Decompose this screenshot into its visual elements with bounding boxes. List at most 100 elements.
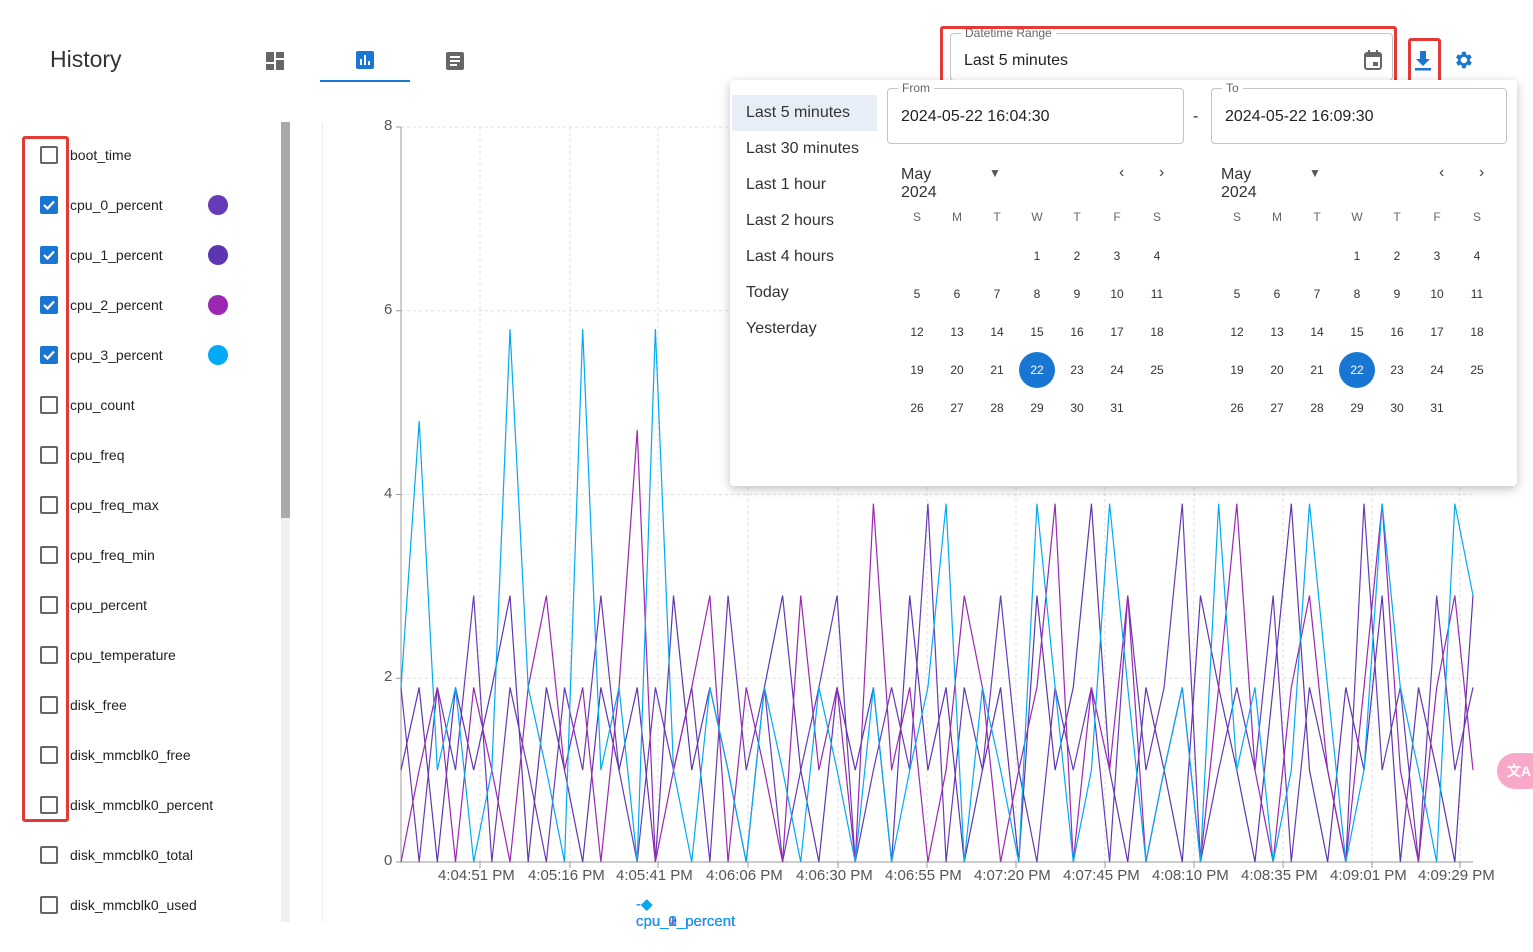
calendar-day[interactable]: 7	[1299, 276, 1335, 312]
month-label: May 2024	[1221, 166, 1257, 201]
preset-option[interactable]: Last 5 minutes	[732, 95, 877, 131]
calendar-day[interactable]: 29	[1339, 390, 1375, 426]
calendar-day[interactable]: 30	[1059, 390, 1095, 426]
y-tick-label: 2	[384, 668, 393, 686]
x-tick-label: 4:06:55 PM	[885, 867, 962, 884]
weekday-label: S	[1472, 210, 1481, 224]
prev-month-icon[interactable]: ‹	[1119, 164, 1124, 182]
calendar-day[interactable]: 17	[1099, 314, 1135, 350]
weekday-label: W	[1351, 210, 1363, 224]
calendar-day[interactable]: 14	[1299, 314, 1335, 350]
calendar-day[interactable]: 3	[1419, 238, 1455, 274]
calendar-day[interactable]: 28	[1299, 390, 1335, 426]
month-dropdown-icon[interactable]: ▼	[989, 166, 1001, 180]
calendar-day[interactable]: 4	[1139, 238, 1175, 274]
calendar-day[interactable]: 31	[1419, 390, 1455, 426]
calendar-day[interactable]: 12	[899, 314, 935, 350]
x-tick-label: 4:04:51 PM	[438, 867, 515, 884]
calendar-day[interactable]: 27	[1259, 390, 1295, 426]
calendar-day[interactable]: 26	[1219, 390, 1255, 426]
calendar-day[interactable]: 16	[1059, 314, 1095, 350]
calendar-day[interactable]: 20	[939, 352, 975, 388]
calendar-day[interactable]: 27	[939, 390, 975, 426]
calendar-day[interactable]: 28	[979, 390, 1015, 426]
weekday-label: T	[1313, 210, 1321, 224]
calendar-day[interactable]: 21	[1299, 352, 1335, 388]
calendar-day[interactable]: 5	[1219, 276, 1255, 312]
calendar-day[interactable]: 13	[1259, 314, 1295, 350]
calendar-day[interactable]: 5	[899, 276, 935, 312]
calendar-day[interactable]: 2	[1379, 238, 1415, 274]
calendar-day[interactable]: 1	[1019, 238, 1055, 274]
calendar-day[interactable]: 18	[1459, 314, 1495, 350]
calendar-day[interactable]: 10	[1419, 276, 1455, 312]
legend-label: cpu_3_percent	[636, 913, 736, 930]
range-separator: -	[1193, 108, 1199, 125]
preset-option[interactable]: Last 4 hours	[732, 239, 877, 275]
y-tick-label: 8	[384, 117, 393, 134]
weekday-label: F	[1113, 210, 1121, 224]
translate-button[interactable]: 文A	[1497, 753, 1533, 789]
next-month-icon[interactable]: ›	[1479, 164, 1484, 182]
calendar-day[interactable]: 18	[1139, 314, 1175, 350]
x-tick-label: 4:08:35 PM	[1241, 867, 1318, 884]
weekday-label: F	[1433, 210, 1441, 224]
calendar-day[interactable]: 10	[1099, 276, 1135, 312]
calendar-day[interactable]: 9	[1379, 276, 1415, 312]
calendar-day[interactable]: 3	[1099, 238, 1135, 274]
calendar-day[interactable]: 13	[939, 314, 975, 350]
preset-option[interactable]: Yesterday	[732, 311, 877, 347]
x-tick-label: 4:07:45 PM	[1063, 867, 1140, 884]
calendar-day[interactable]: 4	[1459, 238, 1495, 274]
calendar-day[interactable]: 2	[1059, 238, 1095, 274]
calendar-day[interactable]: 24	[1099, 352, 1135, 388]
calendar-day[interactable]: 23	[1379, 352, 1415, 388]
calendar-day[interactable]: 6	[939, 276, 975, 312]
calendar-day[interactable]: 31	[1099, 390, 1135, 426]
calendar-day[interactable]: 11	[1139, 276, 1175, 312]
to-label: To	[1222, 81, 1243, 95]
calendar-day[interactable]: 26	[899, 390, 935, 426]
calendar-day[interactable]: 7	[979, 276, 1015, 312]
calendar-day[interactable]: 1	[1339, 238, 1375, 274]
calendar-day[interactable]: 24	[1419, 352, 1455, 388]
preset-option[interactable]: Last 2 hours	[732, 203, 877, 239]
calendar-day[interactable]: 25	[1139, 352, 1175, 388]
calendar-day[interactable]: 30	[1379, 390, 1415, 426]
preset-option[interactable]: Last 30 minutes	[732, 131, 877, 167]
from-field[interactable]: From 2024-05-22 16:04:30	[887, 81, 1184, 144]
calendar-day[interactable]: 6	[1259, 276, 1295, 312]
month-label: May 2024	[901, 166, 937, 201]
preset-option[interactable]: Today	[732, 275, 877, 311]
calendar-day[interactable]: 15	[1019, 314, 1055, 350]
calendar-day[interactable]: 8	[1339, 276, 1375, 312]
calendar-day[interactable]: 17	[1419, 314, 1455, 350]
preset-option[interactable]: Last 1 hour	[732, 167, 877, 203]
calendar-day[interactable]: 12	[1219, 314, 1255, 350]
x-tick-label: 4:08:10 PM	[1152, 867, 1229, 884]
calendar-day[interactable]: 15	[1339, 314, 1375, 350]
calendar-day[interactable]: 22	[1019, 352, 1055, 388]
calendar-day[interactable]: 19	[899, 352, 935, 388]
prev-month-icon[interactable]: ‹	[1439, 164, 1444, 182]
weekday-label: T	[993, 210, 1001, 224]
settings-icon[interactable]	[1452, 49, 1474, 71]
to-field[interactable]: To 2024-05-22 16:09:30	[1211, 81, 1507, 144]
legend-item[interactable]: -◆ cpu_3_percent	[636, 895, 735, 930]
calendar-day[interactable]: 16	[1379, 314, 1415, 350]
calendar-day[interactable]: 19	[1219, 352, 1255, 388]
calendar-day[interactable]: 20	[1259, 352, 1295, 388]
next-month-icon[interactable]: ›	[1159, 164, 1164, 182]
calendar-day[interactable]: 9	[1059, 276, 1095, 312]
weekday-label: S	[1232, 210, 1241, 224]
calendar-day[interactable]: 11	[1459, 276, 1495, 312]
x-tick-label: 4:09:01 PM	[1330, 867, 1407, 884]
calendar-day[interactable]: 23	[1059, 352, 1095, 388]
calendar-day[interactable]: 25	[1459, 352, 1495, 388]
month-dropdown-icon[interactable]: ▼	[1309, 166, 1321, 180]
calendar-day[interactable]: 14	[979, 314, 1015, 350]
calendar-day[interactable]: 22	[1339, 352, 1375, 388]
calendar-day[interactable]: 29	[1019, 390, 1055, 426]
calendar-day[interactable]: 21	[979, 352, 1015, 388]
calendar-day[interactable]: 8	[1019, 276, 1055, 312]
